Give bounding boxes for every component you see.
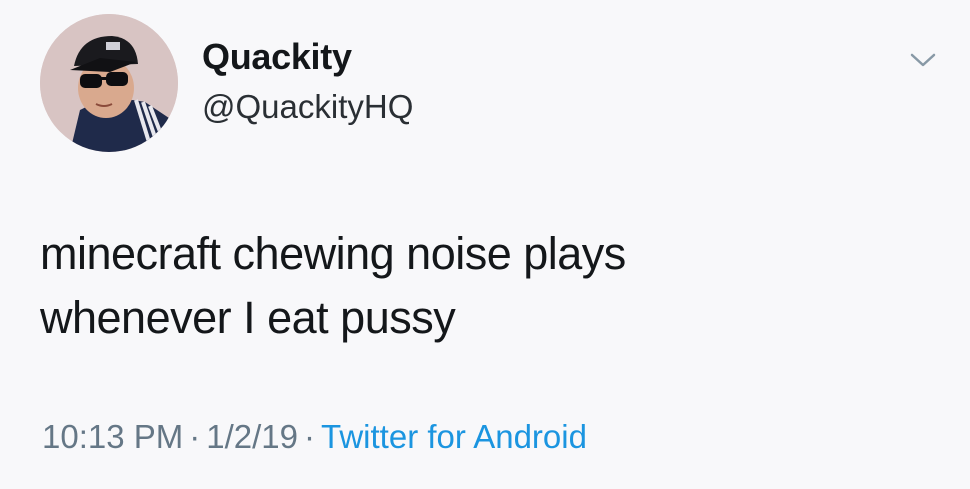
tweet-source-link[interactable]: Twitter for Android <box>321 418 587 455</box>
author-display-name[interactable]: Quackity <box>202 36 352 78</box>
tweet-text-line-2: whenever I eat pussy <box>40 292 456 343</box>
tweet-meta: 10:13 PM · 1/2/19 · Twitter for Android <box>42 418 587 456</box>
tweet-menu-button[interactable] <box>908 50 938 70</box>
tweet-date[interactable]: 1/2/19 <box>206 418 298 455</box>
author-handle[interactable]: @QuackityHQ <box>202 88 413 126</box>
meta-separator: · <box>189 418 201 455</box>
tweet-text-line-1: minecraft chewing noise plays <box>40 228 626 279</box>
meta-separator: · <box>304 418 315 455</box>
avatar[interactable] <box>40 14 178 152</box>
chevron-down-icon <box>910 53 936 67</box>
tweet-time[interactable]: 10:13 PM <box>42 418 183 455</box>
tweet-card: Quackity @QuackityHQ minecraft chewing n… <box>0 0 970 489</box>
avatar-image <box>40 14 178 152</box>
tweet-text: minecraft chewing noise plays whenever I… <box>40 222 920 350</box>
